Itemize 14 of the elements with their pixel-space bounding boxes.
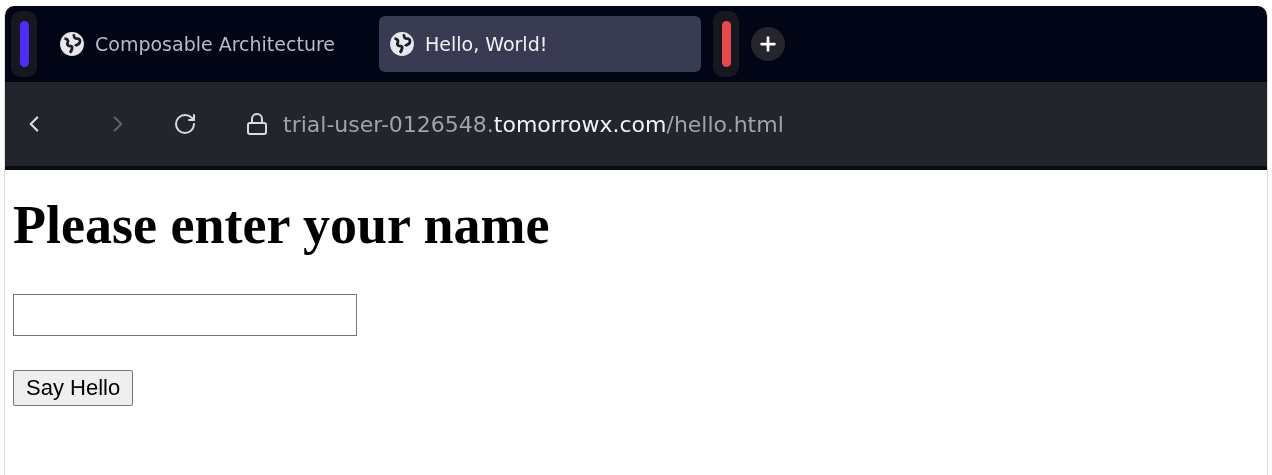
name-field[interactable] bbox=[13, 294, 357, 336]
globe-icon bbox=[59, 31, 85, 57]
say-hello-button[interactable]: Say Hello bbox=[13, 370, 134, 406]
lock-icon bbox=[245, 112, 269, 136]
globe-icon bbox=[389, 31, 415, 57]
url-text[interactable]: trial-user-0126548.tomorrowx.com/hello.html bbox=[283, 111, 784, 137]
reload-icon bbox=[173, 112, 197, 136]
tab-group[interactable] bbox=[11, 11, 37, 77]
tab[interactable]: Composable Architecture bbox=[49, 16, 367, 72]
tab[interactable]: Hello, World! bbox=[379, 16, 701, 72]
new-tab-button[interactable] bbox=[751, 27, 785, 61]
plus-icon bbox=[757, 33, 779, 55]
tab-group[interactable] bbox=[713, 11, 739, 77]
page-heading: Please enter your name bbox=[13, 194, 551, 256]
